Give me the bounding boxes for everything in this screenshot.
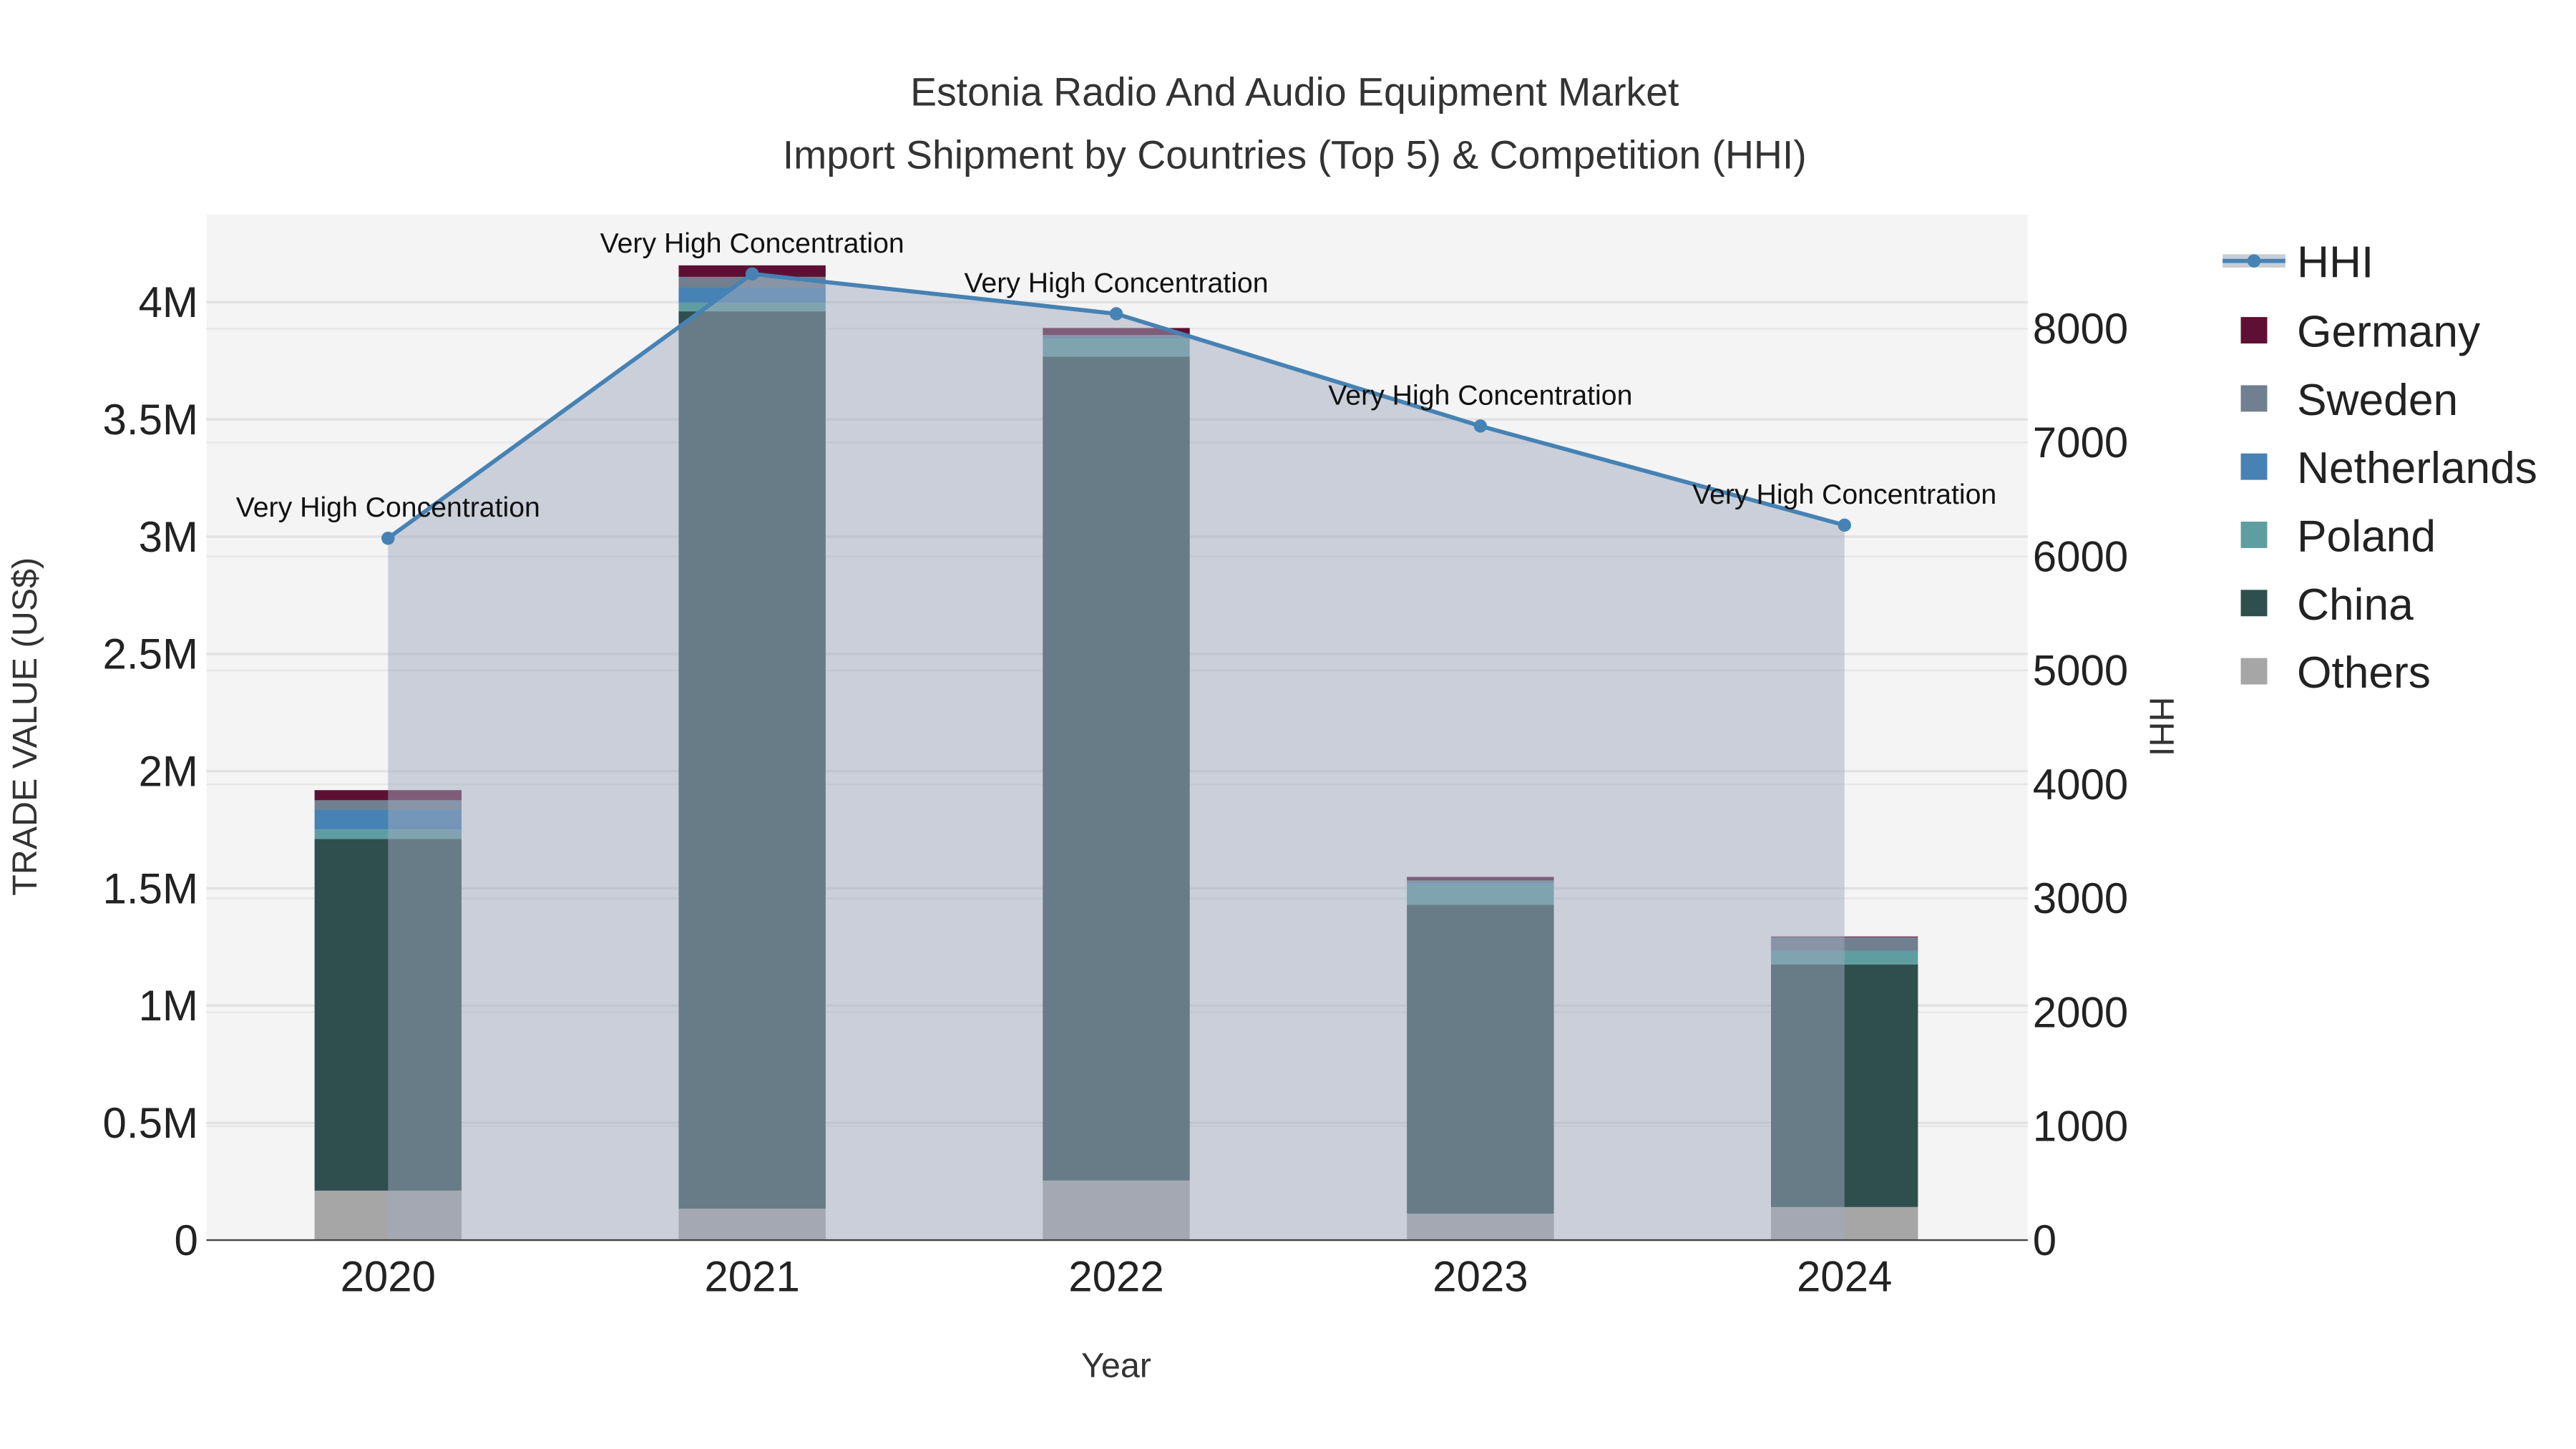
legend-swatch-poland xyxy=(2240,522,2268,548)
y2-tick-label: 2000 xyxy=(2033,988,2128,1036)
y-tick-label: 1.5M xyxy=(103,864,198,912)
legend-swatch-sweden xyxy=(2240,385,2268,412)
chart-title-line1: Estonia Radio And Audio Equipment Market xyxy=(910,70,1679,114)
x-tick-label: 2022 xyxy=(1068,1253,1163,1301)
y-tick-label: 3M xyxy=(139,513,198,561)
x-tick-label: 2021 xyxy=(704,1253,799,1301)
chart: Very High Concentration Very High Concent… xyxy=(0,0,2576,1449)
legend-hhi-marker xyxy=(2247,254,2261,268)
hhi-point xyxy=(745,267,759,281)
legend-swatch-germany xyxy=(2240,317,2268,343)
y2-axis-title: HHI xyxy=(2142,697,2181,756)
y-axis-title: TRADE VALUE (US$) xyxy=(6,557,44,896)
y-tick-label: 0 xyxy=(175,1216,198,1264)
hhi-point xyxy=(1473,419,1488,433)
y2-tick-label: 1000 xyxy=(2033,1103,2128,1151)
legend-label-poland: Poland xyxy=(2297,512,2436,562)
y-tick-label: 4M xyxy=(139,278,198,326)
y-tick-label: 2.5M xyxy=(103,630,198,678)
legend-label-others: Others xyxy=(2297,648,2431,698)
y-tick-label: 1M xyxy=(139,982,198,1030)
hhi-point xyxy=(381,531,395,545)
legend-swatch-netherlands xyxy=(2240,453,2268,480)
y2-tick-label: 4000 xyxy=(2033,761,2128,809)
y-tick-label: 0.5M xyxy=(103,1099,198,1147)
legend-swatch-china xyxy=(2240,590,2268,617)
x-tick-label: 2023 xyxy=(1433,1253,1528,1301)
y2-tick-label: 8000 xyxy=(2033,305,2128,353)
y-tick-label: 3.5M xyxy=(103,396,198,444)
x-tick-label: 2024 xyxy=(1797,1253,1892,1301)
legend-label-sweden: Sweden xyxy=(2297,376,2458,425)
legend-label-china: China xyxy=(2297,580,2414,630)
y2-tick-label: 0 xyxy=(2033,1216,2057,1264)
legend-label-germany: Germany xyxy=(2297,308,2481,357)
x-tick-label: 2020 xyxy=(341,1253,436,1301)
hhi-annotation: Very High Concentration xyxy=(1328,379,1632,411)
legend-label-netherlands: Netherlands xyxy=(2297,444,2537,493)
y2-tick-label: 7000 xyxy=(2033,419,2128,467)
chart-title-line2: Import Shipment by Countries (Top 5) & C… xyxy=(783,132,1807,177)
y-tick-label: 2M xyxy=(139,747,198,795)
y2-tick-label: 3000 xyxy=(2033,874,2128,922)
y2-tick-label: 6000 xyxy=(2033,532,2128,580)
x-axis-title: Year xyxy=(1081,1347,1151,1385)
hhi-point xyxy=(1109,307,1123,321)
y2-tick-label: 5000 xyxy=(2033,647,2128,695)
hhi-annotation: Very High Concentration xyxy=(964,268,1268,299)
hhi-annotation: Very High Concentration xyxy=(600,228,904,259)
hhi-annotation: Very High Concentration xyxy=(1692,479,1996,510)
legend-swatch-others xyxy=(2240,658,2268,685)
hhi-point xyxy=(1838,518,1851,532)
hhi-annotation: Very High Concentration xyxy=(236,492,540,523)
legend-label-hhi: HHI xyxy=(2297,238,2373,288)
